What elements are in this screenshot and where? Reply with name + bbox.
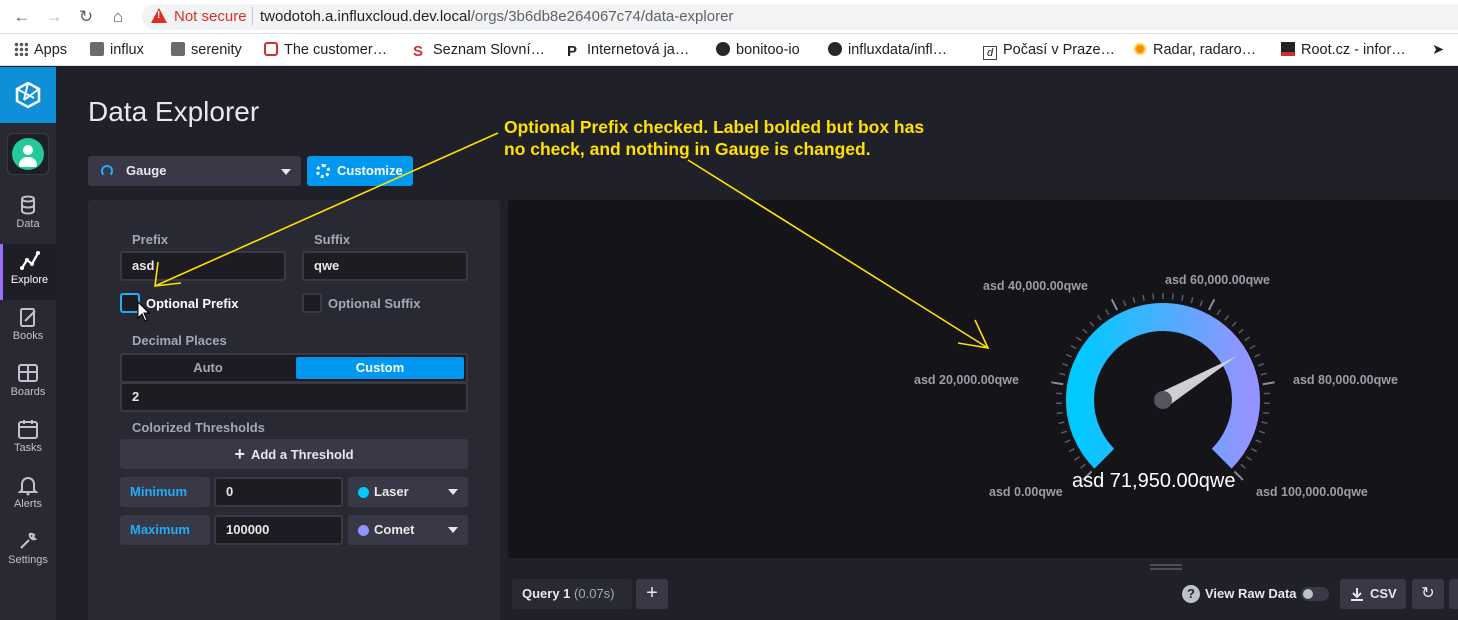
arrow-to-checkbox: [154, 132, 499, 287]
arrow-head: [957, 319, 990, 350]
mouse-cursor-icon: [137, 300, 151, 322]
arrow-to-gauge: [687, 159, 989, 349]
arrow-head: [154, 261, 182, 287]
annotation-arrows: [137, 132, 990, 350]
